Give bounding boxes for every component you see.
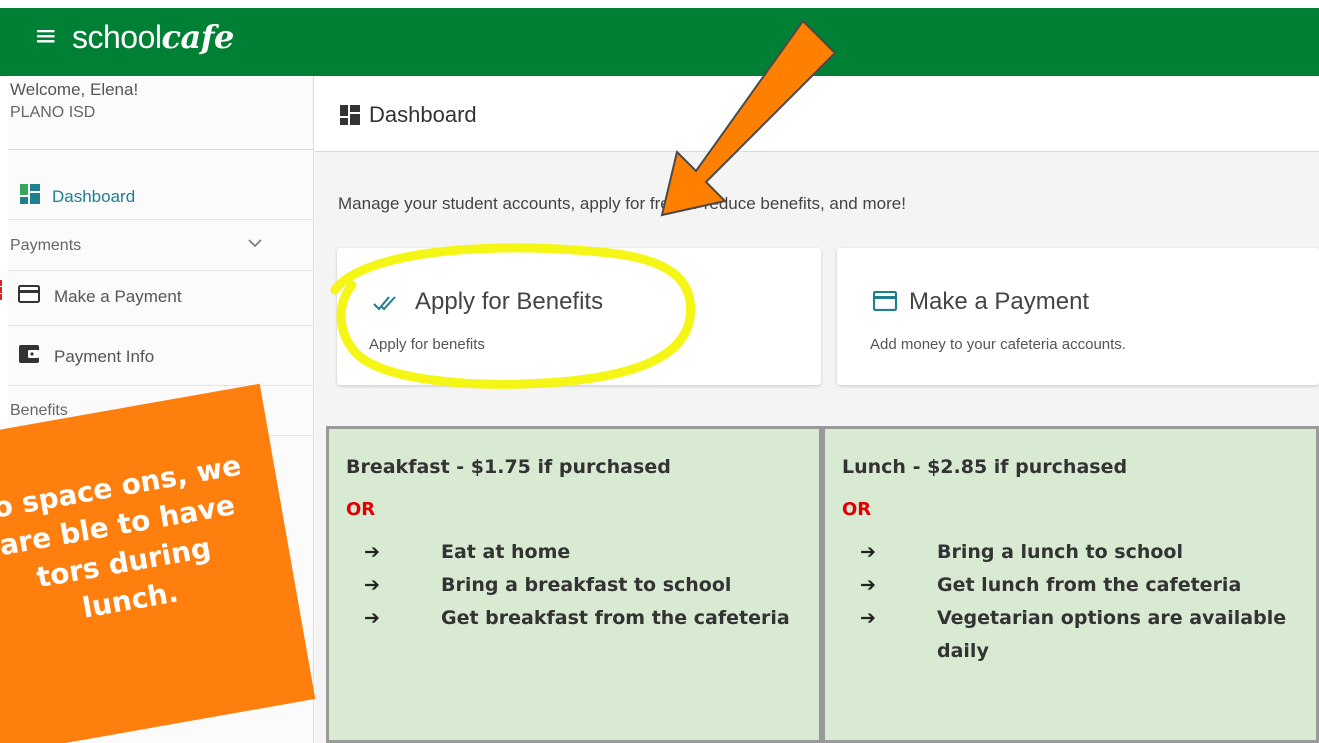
arrow-bullet-icon: ➔ [364,541,380,563]
apply-benefits-card[interactable]: Apply for Benefits Apply for benefits [337,248,821,385]
welcome-panel: Welcome, Elena! PLANO ISD [8,76,314,150]
hamburger-icon[interactable]: ≡ [34,22,57,50]
option-text: Bring a lunch to school [937,541,1183,563]
dashboard-icon [20,184,40,209]
wallet-icon [18,344,40,369]
top-app-bar: ≡ schoolcafe [0,8,1319,76]
sticky-note-text: to space ons, we are ble to have tors du… [0,448,244,625]
red-dashed-mark [0,280,6,300]
option-text: Get breakfast from the cafeteria [441,607,790,629]
chevron-down-icon[interactable] [248,235,262,251]
page-header: Dashboard [315,76,1319,152]
breakfast-heading: Breakfast - $1.75 if purchased [346,456,671,478]
sidebar-item-make-payment[interactable]: Make a Payment [8,268,314,326]
card-description: Apply for benefits [369,336,485,353]
list-item: ➔ Get breakfast from the cafeteria [329,602,819,635]
breakfast-info-box: Breakfast - $1.75 if purchased OR ➔ Eat a… [326,426,822,743]
brand-logo[interactable]: schoolcafe [72,18,234,56]
sidebar-item-dashboard[interactable]: Dashboard [8,174,314,220]
list-item: ➔ Get lunch from the cafeteria [825,569,1316,602]
card-title: Apply for Benefits [415,288,604,315]
arrow-bullet-icon: ➔ [860,574,876,596]
arrow-bullet-icon: ➔ [860,607,876,629]
arrow-bullet-icon: ➔ [364,607,380,629]
arrow-bullet-icon: ➔ [364,574,380,596]
option-text: Get lunch from the cafeteria [937,574,1242,596]
list-item: ➔ Bring a lunch to school [825,536,1316,569]
welcome-text: Welcome, Elena! [10,80,139,99]
make-payment-card[interactable]: Make a Payment Add money to your cafeter… [837,248,1319,385]
page-subtitle: Manage your student accounts, apply for … [338,194,906,213]
sidebar-section-label: Payments [10,236,82,254]
sidebar-item-label: Make a Payment [54,286,182,306]
double-check-icon [373,294,403,317]
lunch-or-label: OR [842,499,872,520]
brand-prefix: school [72,19,162,55]
dashboard-icon [340,105,360,130]
list-item: ➔ Vegetarian options are available daily [825,602,1316,668]
card-title: Make a Payment [909,288,1090,315]
lunch-info-box: Lunch - $2.85 if purchased OR ➔ Bring a l… [822,426,1319,743]
page-title: Dashboard [369,102,477,127]
option-text: Eat at home [441,541,571,563]
lunch-options: ➔ Bring a lunch to school ➔ Get lunch from… [825,536,1316,668]
sidebar-item-label: Dashboard [52,186,136,206]
district-name: PLANO ISD [10,104,96,121]
lunch-heading: Lunch - $2.85 if purchased [842,456,1128,478]
brand-suffix: cafe [161,18,235,56]
arrow-bullet-icon: ➔ [860,541,876,563]
sidebar-section-label: Benefits [10,401,68,419]
option-text: Vegetarian options are available daily [937,607,1287,662]
sidebar-item-label: Payment Info [54,346,155,366]
sidebar-section-payments[interactable]: Payments [8,221,314,271]
breakfast-options: ➔ Eat at home ➔ Bring a breakfast to schoo… [329,536,819,635]
breakfast-or-label: OR [346,499,376,520]
list-item: ➔ Bring a breakfast to school [329,569,819,602]
credit-card-icon [872,290,898,316]
credit-card-icon [18,285,40,308]
list-item: ➔ Eat at home [329,536,819,569]
orange-sticky-note: to space ons, we are ble to have tors du… [0,383,316,743]
sidebar-item-payment-info[interactable]: Payment Info [8,328,314,386]
option-text: Bring a breakfast to school [441,574,732,596]
card-description: Add money to your cafeteria accounts. [870,336,1126,353]
